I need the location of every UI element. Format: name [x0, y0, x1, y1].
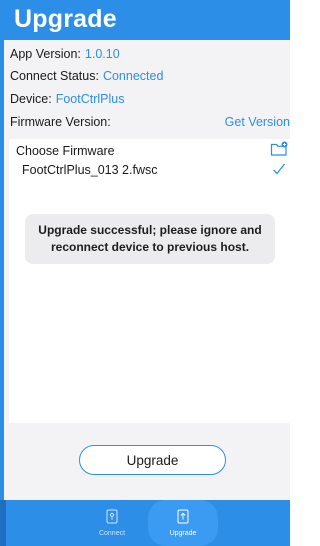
firmware-file-name: FootCtrlPlus_013 2.fwsc — [22, 163, 158, 177]
toast-line-1: Upgrade successful; please ignore and — [38, 223, 262, 237]
upgrade-icon — [177, 509, 189, 524]
connect-status-label: Connect Status: — [10, 69, 99, 83]
device-value: FootCtrlPlus — [55, 92, 125, 106]
app-version-label: App Version: — [10, 47, 81, 61]
firmware-file-row[interactable]: FootCtrlPlus_013 2.fwsc — [9, 161, 290, 181]
firmware-version-row: Firmware Version: — [10, 115, 111, 133]
firmware-panel: Choose Firmware FootCtrlPlus_013 2.fwsc … — [9, 139, 290, 423]
connect-status-row: Connect Status: Connected — [10, 69, 163, 87]
connect-status-value: Connected — [102, 69, 164, 83]
tab-connect[interactable]: Connect — [86, 500, 138, 546]
tab-upgrade-label: Upgrade — [169, 530, 197, 537]
tab-connect-label: Connect — [98, 530, 126, 537]
device-info-section: App Version: 1.0.10 Connect Status: Connec… — [4, 40, 290, 132]
top-bar: Upgrade — [0, 0, 290, 40]
upgrade-success-toast: Upgrade successful; please ignore and re… — [25, 214, 275, 264]
toast-line-2: reconnect device to previous host. — [50, 240, 250, 254]
tab-bar-edge — [0, 500, 6, 546]
tab-upgrade[interactable]: Upgrade — [148, 500, 218, 546]
device-label: Device: — [10, 92, 52, 106]
app-version-row: App Version: 1.0.10 — [10, 47, 120, 65]
firmware-version-label: Firmware Version: — [10, 115, 111, 129]
get-version-button[interactable]: Get Version — [225, 115, 290, 133]
tab-bar: Connect Upgrade — [0, 500, 290, 546]
choose-firmware-label: Choose Firmware — [16, 144, 115, 158]
device-row: Device: FootCtrlPlus — [10, 92, 124, 110]
page-title: Upgrade — [14, 5, 117, 33]
upgrade-button[interactable]: Upgrade — [79, 445, 226, 475]
connect-icon — [106, 509, 118, 524]
app-version-value: 1.0.10 — [84, 47, 120, 61]
check-icon — [273, 163, 286, 175]
folder-plus-icon[interactable] — [270, 141, 288, 157]
